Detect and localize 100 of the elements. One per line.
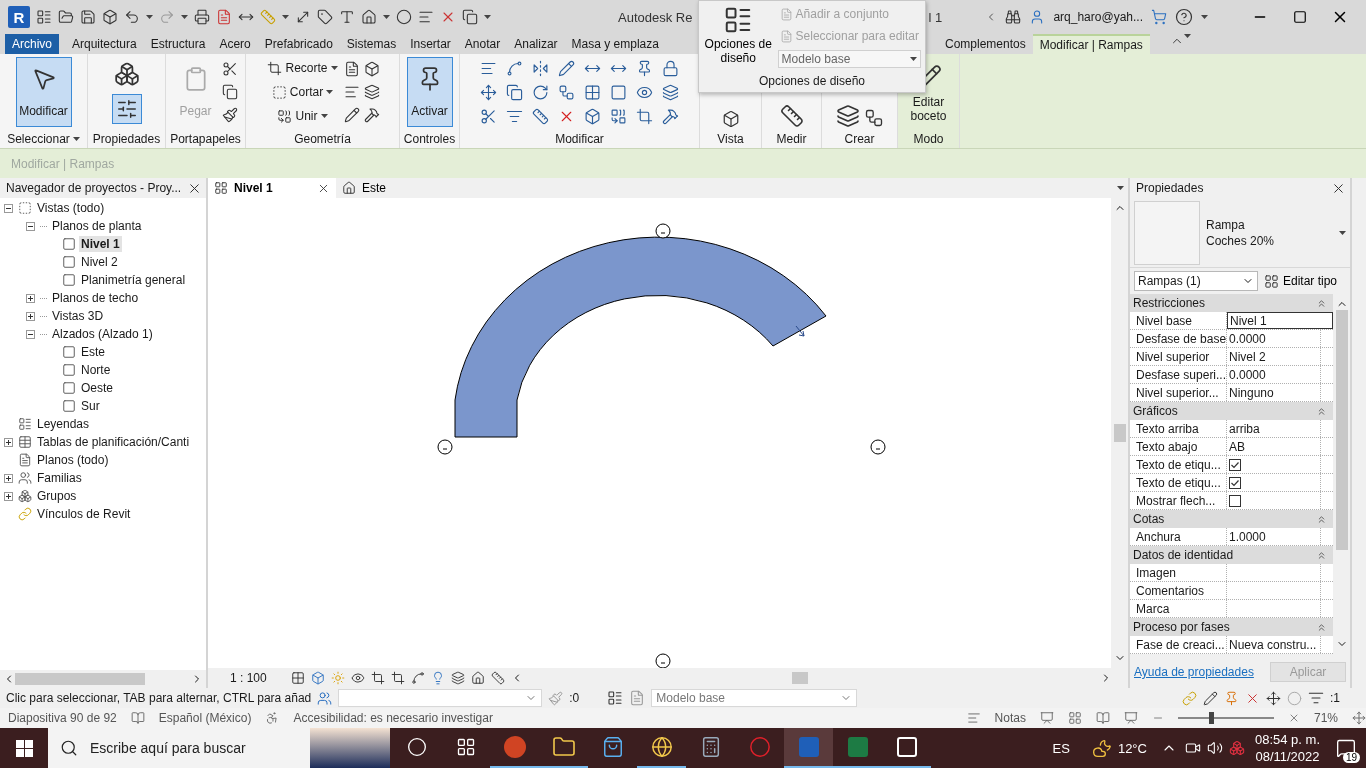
- tree-item[interactable]: Vistas 3D: [50, 308, 106, 324]
- tree-item[interactable]: Alzados (Alzado 1): [50, 326, 155, 342]
- tree-item[interactable]: Vistas (todo): [35, 200, 107, 216]
- property-value[interactable]: arriba: [1227, 420, 1321, 437]
- context-label: Modificar | Rampas: [11, 156, 115, 171]
- help-link[interactable]: Ayuda de propiedades: [1134, 665, 1254, 679]
- tree-item[interactable]: Oeste: [79, 380, 115, 396]
- panel-title: Opciones de diseño: [757, 74, 867, 90]
- type-name: Coches 20%: [1206, 233, 1276, 248]
- group-header[interactable]: Gráficos: [1133, 404, 1178, 418]
- panel-title: Vista: [717, 132, 744, 146]
- property-label: Marca: [1130, 600, 1227, 617]
- tree-item[interactable]: Este: [79, 344, 107, 360]
- tree-item[interactable]: Vínculos de Revit: [35, 506, 133, 522]
- tree-item[interactable]: Nivel 1: [79, 236, 122, 252]
- property-label: Desfase de base: [1130, 330, 1227, 347]
- tree-item[interactable]: Planimetría general: [79, 272, 188, 288]
- tree-item[interactable]: Nivel 2: [79, 254, 120, 270]
- ribbon-tab[interactable]: Sistemas: [339, 34, 404, 54]
- user-menu[interactable]: arq_haro@yah...: [1053, 10, 1143, 24]
- view-tab[interactable]: Nivel 1: [208, 178, 336, 198]
- tree-item[interactable]: Planos de techo: [50, 290, 141, 306]
- panel-title: Controles: [403, 132, 456, 146]
- panel-title: Modificar: [555, 132, 604, 146]
- input-field[interactable]: Nivel 1: [1227, 312, 1333, 329]
- app-logo[interactable]: R: [8, 6, 30, 28]
- property-label: Nivel superior...: [1130, 384, 1227, 401]
- zoom-label[interactable]: 71%: [1313, 711, 1338, 725]
- search-field[interactable]: Escribe aquí para buscar: [48, 728, 310, 768]
- tree-item[interactable]: Planos (todo): [35, 452, 111, 468]
- panel-title: Geometría: [294, 132, 351, 146]
- count-label: :1: [1330, 691, 1340, 705]
- edit-type-button[interactable]: Editar tipo: [1264, 273, 1338, 289]
- ribbon-tab[interactable]: Analizar: [507, 34, 565, 54]
- property-value[interactable]: Nueva constru...: [1227, 636, 1321, 653]
- view-tab[interactable]: Este: [336, 178, 464, 198]
- property-value[interactable]: AB: [1227, 438, 1321, 455]
- ribbon-button[interactable]: Cortar: [269, 83, 336, 101]
- ribbon-tab[interactable]: Prefabricado: [257, 34, 340, 54]
- notes-button[interactable]: Notas: [994, 711, 1026, 725]
- ribbon-tab[interactable]: Archivo: [5, 34, 59, 54]
- dropdown-field[interactable]: Modelo base: [651, 689, 858, 707]
- property-label: Texto abajo: [1130, 438, 1227, 455]
- tree-item[interactable]: Grupos: [35, 488, 79, 504]
- property-value[interactable]: 0.0000: [1227, 330, 1321, 347]
- panel-title: Crear: [844, 132, 875, 146]
- ribbon-tab[interactable]: Anotar: [457, 34, 508, 54]
- ribbon-tab[interactable]: Modificar | Rampas: [1032, 34, 1150, 54]
- scale-label: 1 : 100: [230, 671, 267, 685]
- group-header[interactable]: Cotas: [1133, 512, 1165, 526]
- ribbon-button[interactable]: Opciones de diseño: [703, 3, 774, 72]
- ribbon-tab[interactable]: Masa y emplaza: [564, 34, 666, 54]
- property-label: Texto de etiqu...: [1130, 456, 1227, 473]
- property-label: Nivel superior: [1130, 348, 1227, 365]
- panel-title: Navegador de proyectos - Proy...: [6, 181, 182, 195]
- panel-title: Portapapeles: [170, 132, 241, 146]
- property-label: Texto arriba: [1130, 420, 1227, 437]
- property-value[interactable]: 0.0000: [1227, 366, 1321, 383]
- panel-title: Propiedades: [92, 132, 161, 146]
- clock-time[interactable]: 08:54 p. m.: [1254, 732, 1320, 747]
- type-name: Rampa: [1206, 217, 1246, 232]
- ribbon-tab[interactable]: Arquitectura: [65, 34, 144, 54]
- ribbon-tab[interactable]: Complementos: [938, 34, 1033, 54]
- tree-item[interactable]: Leyendas: [35, 416, 92, 432]
- property-label: Mostrar flech...: [1130, 492, 1227, 509]
- ribbon-button[interactable]: Recorte: [265, 59, 340, 77]
- ribbon-button[interactable]: Modificar: [15, 57, 72, 127]
- dropdown-field[interactable]: Modelo base: [777, 50, 921, 68]
- status-text: Accesibilidad: es necesario investigar: [293, 711, 493, 725]
- ribbon-tab[interactable]: Acero: [212, 34, 258, 54]
- status-text: Clic para seleccionar, TAB para alternar, CTRL para añad: [6, 691, 312, 705]
- property-value[interactable]: Nivel 2: [1227, 348, 1321, 365]
- panel-title: Propiedades: [1136, 181, 1204, 195]
- count-label: :0: [569, 691, 580, 705]
- window-title: l 1: [928, 9, 943, 25]
- filter-dropdown[interactable]: Rampas (1): [1134, 271, 1258, 291]
- notification-badge: 19: [1342, 752, 1360, 763]
- property-value[interactable]: Ninguno: [1227, 384, 1321, 401]
- ribbon-button[interactable]: Activar: [406, 57, 453, 127]
- panel-title: Seleccionar: [7, 132, 70, 146]
- property-label: Desfase superi...: [1130, 366, 1227, 383]
- clock-date[interactable]: 08/11/2022: [1255, 749, 1320, 764]
- window-title: Autodesk Re: [618, 9, 693, 25]
- property-label: Imagen: [1130, 564, 1227, 581]
- property-label: Texto de etiqu...: [1130, 474, 1227, 491]
- property-value[interactable]: 1.0000: [1227, 528, 1321, 545]
- tree-item[interactable]: Sur: [79, 398, 102, 414]
- language-indicator[interactable]: ES: [1052, 740, 1070, 756]
- ribbon-button[interactable]: Unir: [275, 107, 330, 125]
- tree-item[interactable]: Tablas de planificación/Canti: [35, 434, 192, 450]
- tree-item[interactable]: Norte: [79, 362, 113, 378]
- tree-item[interactable]: Planos de planta: [50, 218, 144, 234]
- panel-title: Medir: [776, 132, 807, 146]
- temperature-label[interactable]: 12°C: [1117, 740, 1147, 756]
- property-label: Comentarios: [1130, 582, 1227, 599]
- tree-item[interactable]: Familias: [35, 470, 84, 486]
- status-text: Español (México): [158, 711, 252, 725]
- ribbon-tab[interactable]: Insertar: [403, 34, 458, 54]
- ribbon-tab[interactable]: Estructura: [143, 34, 213, 54]
- type-selector[interactable]: Rampa Coches 20%: [1130, 198, 1350, 268]
